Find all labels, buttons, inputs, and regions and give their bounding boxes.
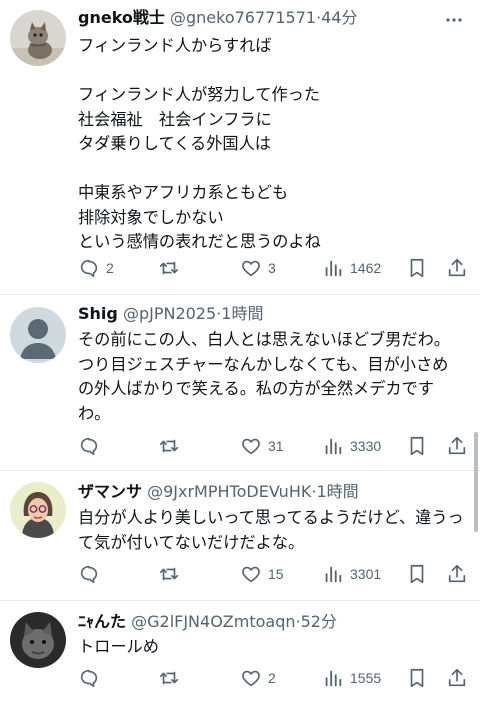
bookmark-button[interactable] [406,434,428,458]
views-count: 3301 [350,566,382,582]
retweet-icon [159,671,179,685]
author-name[interactable]: gneko戦士 [78,8,165,27]
views-bars-icon [325,670,342,687]
views-button[interactable]: 1462 [322,256,381,280]
post-text: 自分が人より美しいって思ってるようだけど、違うって気が付いてないだけだよな。 [78,508,464,552]
like-button[interactable]: 15 [240,562,284,586]
share-button[interactable] [446,434,468,458]
post-header: gneko戦士 @gneko76771571·44分 [78,6,434,30]
scrollbar[interactable] [474,432,478,532]
like-count: 31 [268,438,284,454]
post[interactable]: ザマンサ @9JxrMPHToDEVuHK·1時間 自分が人より美しいって思って… [0,470,480,601]
share-icon [448,564,466,583]
post[interactable]: gneko戦士 @gneko76771571·44分 フィンランド人からすれば … [0,0,480,295]
reply-bubble-icon [80,565,98,584]
post-time[interactable]: 1時間 [316,482,358,501]
post-text: その前にこの人、白人とは思えないほどブ男だわ。つり目ジェスチャーなんかしなくても… [78,330,450,423]
like-button[interactable]: 31 [240,434,284,458]
avatar[interactable] [10,482,66,538]
retweet-icon [159,439,179,453]
author-handle[interactable]: @9JxrMPHToDEVuHK [147,482,311,501]
post-text: フィンランド人からすれば フィンランド人が努力して作った 社会福祉 社会インフラ… [78,36,321,251]
views-button[interactable]: 3301 [322,562,381,586]
author-handle[interactable]: @pJPN2025 [123,304,216,323]
more-options-button[interactable] [442,8,466,32]
reply-button[interactable] [78,666,106,690]
views-bars-icon [325,438,342,455]
heart-icon [242,566,260,583]
post[interactable]: Shig @pJPN2025·1時間 その前にこの人、白人とは思えないほどブ男だ… [0,294,480,471]
post-text: トロールめ [78,637,159,656]
like-count: 2 [268,670,276,686]
views-bars-icon [325,260,342,277]
reply-count: 2 [106,260,114,276]
retweet-icon [159,261,179,275]
action-bar: 2 3 1462 [74,256,470,280]
like-button[interactable]: 3 [240,256,276,280]
heart-icon [242,670,260,687]
post-header: ﾆｬんた @G2lFJN4OZmtoaqn·52分 [78,610,434,634]
post-time[interactable]: 52分 [301,612,337,631]
share-icon [448,668,466,687]
post[interactable]: ﾆｬんた @G2lFJN4OZmtoaqn·52分 トロールめ 2 1555 [0,600,480,701]
views-button[interactable]: 3330 [322,434,381,458]
reply-button[interactable] [78,562,106,586]
action-bar: 31 3330 [74,434,470,458]
action-bar: 2 1555 [74,666,470,690]
bookmark-button[interactable] [406,562,428,586]
avatar[interactable] [10,307,66,363]
bookmark-icon [410,436,424,456]
views-count: 3330 [350,438,382,454]
avatar[interactable] [10,10,66,66]
reply-bubble-icon [80,437,98,456]
post-time[interactable]: 1時間 [221,304,263,323]
retweet-button[interactable] [158,562,186,586]
more-dots-icon [446,18,462,22]
views-button[interactable]: 1555 [322,666,381,690]
reply-button[interactable] [78,434,106,458]
views-count: 1462 [350,260,382,276]
share-button[interactable] [446,256,468,280]
bookmark-button[interactable] [406,666,428,690]
retweet-icon [159,567,179,581]
share-button[interactable] [446,562,468,586]
share-button[interactable] [446,666,468,690]
retweet-button[interactable] [158,434,186,458]
post-header: ザマンサ @9JxrMPHToDEVuHK·1時間 [78,480,434,504]
reply-bubble-icon [80,259,98,278]
share-icon [448,258,466,277]
reply-button[interactable]: 2 [78,256,114,280]
like-count: 3 [268,260,276,276]
post-header: Shig @pJPN2025·1時間 [78,302,434,326]
bookmark-icon [410,668,424,688]
author-name[interactable]: Shig [78,304,118,323]
share-icon [448,436,466,455]
bookmark-button[interactable] [406,256,428,280]
views-count: 1555 [350,670,382,686]
action-bar: 15 3301 [74,562,470,586]
bookmark-icon [410,564,424,584]
heart-icon [242,438,260,455]
heart-icon [242,260,260,277]
author-handle[interactable]: @G2lFJN4OZmtoaqn [131,612,295,631]
author-handle[interactable]: @gneko76771571 [170,8,316,27]
views-bars-icon [325,566,342,583]
bookmark-icon [410,258,424,278]
like-button[interactable]: 2 [240,666,276,690]
reply-bubble-icon [80,669,98,688]
avatar[interactable] [10,612,66,668]
retweet-button[interactable] [158,256,186,280]
author-name[interactable]: ﾆｬんた [78,612,126,631]
author-name[interactable]: ザマンサ [78,482,142,501]
retweet-button[interactable] [158,666,186,690]
like-count: 15 [268,566,284,582]
post-time[interactable]: 44分 [321,8,357,27]
